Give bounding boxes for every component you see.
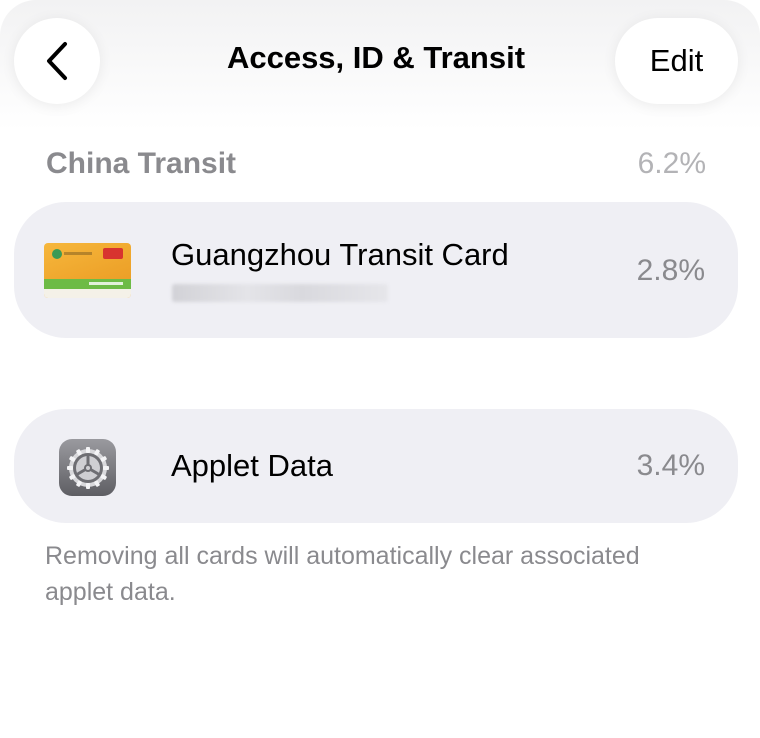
applet-data-row[interactable]: Applet Data 3.4% (14, 409, 738, 523)
section-percent: 6.2% (637, 147, 706, 180)
redacted-card-number (172, 284, 388, 302)
navigation-bar: Access, ID & Transit Edit (0, 0, 760, 120)
screen: Access, ID & Transit Edit China Transit … (0, 0, 760, 738)
footnote: Removing all cards will automatically cl… (45, 542, 640, 606)
transit-card-icon (44, 243, 131, 298)
row-percent: 2.8% (636, 254, 705, 287)
row-percent: 3.4% (636, 449, 705, 482)
row-label: Guangzhou Transit Card (171, 237, 509, 272)
edit-button[interactable]: Edit (615, 18, 738, 104)
section-title: China Transit (46, 147, 237, 180)
transit-card-row[interactable]: Guangzhou Transit Card 2.8% (14, 202, 738, 338)
row-label: Applet Data (171, 448, 333, 483)
settings-gear-icon (59, 439, 116, 496)
section-header: China Transit 6.2% (46, 144, 706, 184)
